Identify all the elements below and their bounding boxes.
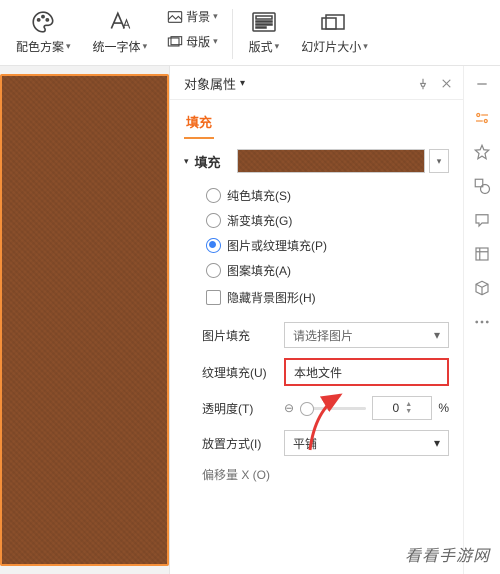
texture-swatch-dropdown[interactable]: ▾: [429, 149, 449, 173]
rail-dash-icon[interactable]: [472, 74, 492, 94]
opacity-unit: %: [438, 401, 449, 415]
font-unify-label: 统一字体▾: [93, 38, 148, 55]
rail-cube-icon[interactable]: [472, 278, 492, 298]
opacity-slider[interactable]: [300, 407, 366, 410]
picture-fill-select[interactable]: 请选择图片 ▾: [284, 322, 449, 348]
slide-preview[interactable]: [0, 74, 169, 566]
font-unify-button[interactable]: 统一字体▾: [87, 6, 154, 57]
minus-icon[interactable]: ⊖: [284, 401, 294, 415]
tab-fill[interactable]: 填充: [184, 106, 214, 139]
color-scheme-button[interactable]: 配色方案▾: [10, 6, 77, 57]
fill-option-picture[interactable]: 图片或纹理填充(P): [206, 237, 449, 254]
chevron-down-icon: ▾: [184, 156, 189, 167]
close-icon[interactable]: [440, 77, 453, 91]
spinner-icon[interactable]: ▲▼: [405, 401, 412, 415]
tile-label: 放置方式(I): [202, 435, 274, 452]
pin-icon[interactable]: [416, 77, 430, 91]
color-scheme-label: 配色方案▾: [16, 38, 71, 55]
master-icon: [167, 35, 183, 49]
font-icon: [107, 8, 133, 36]
background-label: 背景: [186, 8, 210, 25]
layout-label: 版式▾: [249, 38, 280, 55]
texture-swatch[interactable]: [237, 149, 425, 173]
chevron-down-icon: ▾: [213, 11, 218, 22]
fill-option-solid[interactable]: 纯色填充(S): [206, 187, 449, 204]
background-icon: [167, 10, 183, 24]
fill-option-gradient[interactable]: 渐变填充(G): [206, 212, 449, 229]
radio-icon: [206, 213, 221, 228]
chevron-down-icon: ▾: [240, 78, 245, 89]
chevron-down-icon: ▾: [363, 41, 368, 52]
opacity-input[interactable]: 0 ▲▼: [372, 396, 432, 420]
chevron-down-icon: ▾: [434, 436, 440, 450]
slide-size-button[interactable]: 幻灯片大小▾: [295, 6, 374, 57]
fill-option-pattern[interactable]: 图案填充(A): [206, 262, 449, 279]
watermark: 看看手游网: [405, 542, 490, 566]
chevron-down-icon: ▾: [434, 328, 440, 342]
rail-settings-icon[interactable]: [472, 108, 492, 128]
rail-more-icon[interactable]: [472, 312, 492, 332]
ribbon-toolbar: 配色方案▾ 统一字体▾ 背景 ▾: [0, 0, 500, 66]
slider-thumb[interactable]: [300, 402, 314, 416]
rail-shapes-icon[interactable]: [472, 176, 492, 196]
tile-select[interactable]: 平铺 ▾: [284, 430, 449, 456]
chevron-down-icon: ▾: [66, 41, 71, 52]
layout-button[interactable]: 版式▾: [243, 6, 286, 57]
hide-background-checkbox[interactable]: 隐藏背景图形(H): [184, 289, 449, 306]
canvas-area: [0, 66, 170, 574]
texture-fill-label: 纹理填充(U): [202, 364, 274, 381]
checkbox-icon: [206, 290, 221, 305]
right-rail: [463, 66, 500, 574]
rail-star-icon[interactable]: [472, 142, 492, 162]
master-button[interactable]: 母版 ▾: [163, 31, 222, 52]
slide-size-icon: [320, 8, 348, 36]
panel-title[interactable]: 对象属性 ▾: [184, 74, 245, 93]
texture-fill-select[interactable]: 本地文件: [284, 358, 449, 386]
chevron-down-icon: ▾: [275, 41, 280, 52]
section-fill-header[interactable]: ▾ 填充: [184, 152, 221, 171]
picture-fill-label: 图片填充: [202, 327, 274, 344]
opacity-label: 透明度(T): [202, 400, 274, 417]
chevron-down-icon: ▾: [213, 36, 218, 47]
rail-chat-icon[interactable]: [472, 210, 492, 230]
slide-size-label: 幻灯片大小▾: [301, 38, 368, 55]
radio-icon: [206, 188, 221, 203]
layout-icon: [251, 8, 277, 36]
rail-assets-icon[interactable]: [472, 244, 492, 264]
radio-icon: [206, 263, 221, 278]
palette-icon: [30, 8, 56, 36]
background-button[interactable]: 背景 ▾: [163, 6, 222, 27]
radio-icon: [206, 238, 221, 253]
toolbar-divider: [232, 9, 233, 59]
master-label: 母版: [186, 33, 210, 50]
chevron-down-icon: ▾: [143, 41, 148, 52]
properties-panel: 对象属性 ▾ 填充: [170, 66, 463, 574]
offset-x-label: 偏移量 X (O): [202, 466, 274, 483]
